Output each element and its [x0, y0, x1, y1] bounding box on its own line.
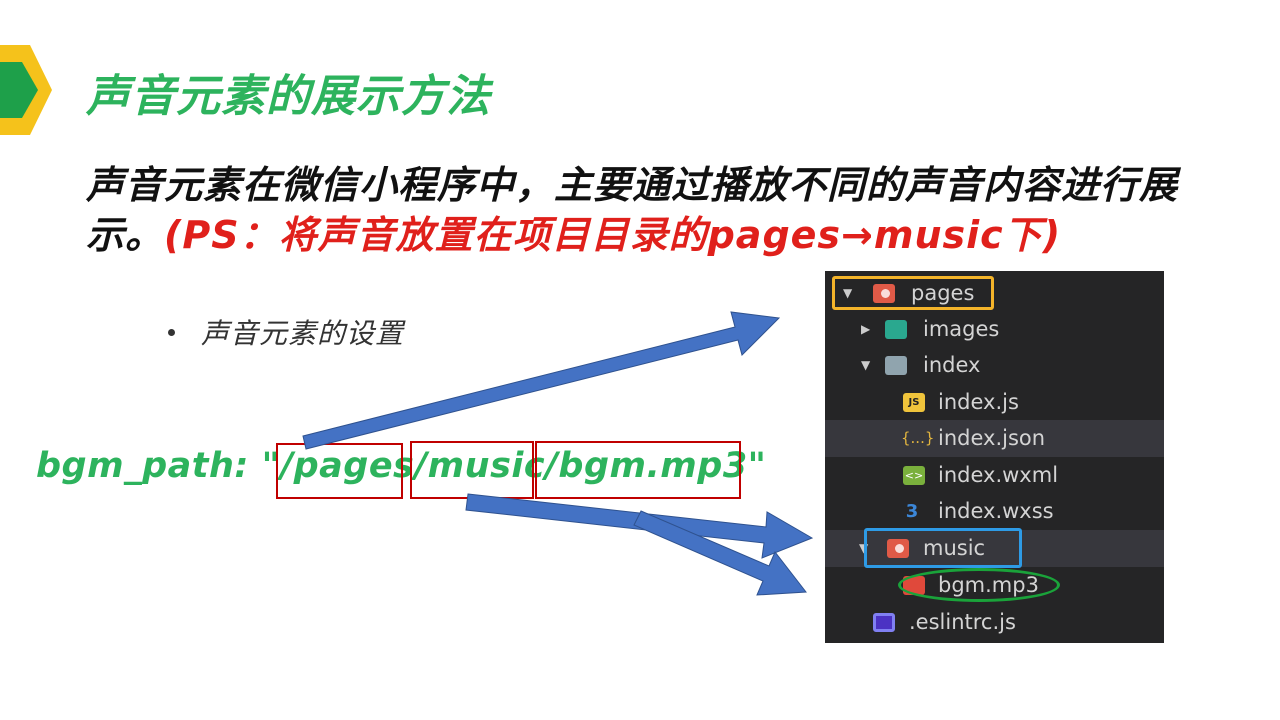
- arrow-to-pages: [302, 311, 781, 450]
- connector-arrows: [302, 311, 814, 596]
